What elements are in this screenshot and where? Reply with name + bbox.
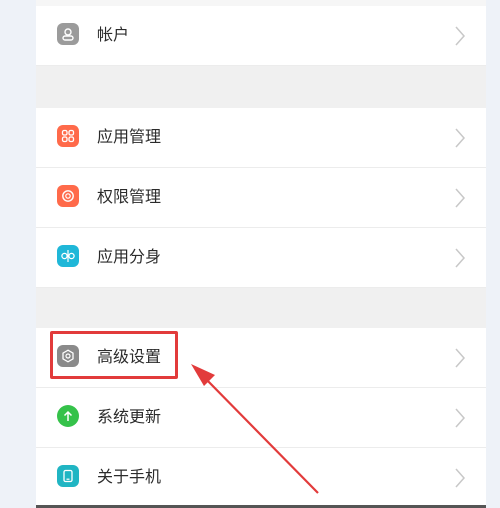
settings-item-label: 高级设置 [97,347,162,366]
chevron-right-icon [455,468,466,488]
section-divider [36,288,486,328]
settings-item-system-update[interactable]: 系统更新 [36,388,486,448]
chevron-right-icon [455,26,466,46]
apps-grid-icon [57,125,79,147]
settings-item-advanced-settings[interactable]: 高级设置 [36,328,486,388]
chevron-right-icon [455,188,466,208]
chevron-right-icon [455,408,466,428]
about-phone-icon [57,465,79,487]
settings-item-label: 应用分身 [97,247,162,266]
permission-icon [57,185,79,207]
settings-item-app-management[interactable]: 应用管理 [36,108,486,168]
advanced-settings-icon [57,345,79,367]
settings-item-label: 系统更新 [97,407,162,426]
chevron-right-icon [455,248,466,268]
settings-item-about-phone[interactable]: 关于手机 [36,448,486,508]
settings-item-app-clone[interactable]: 应用分身 [36,228,486,288]
settings-panel: 帐户 应用管理 权限管理 应用分身 高级设置 系统更新 关于手机 [36,0,486,508]
settings-item-label: 帐户 [97,25,130,44]
app-clone-icon [57,245,79,267]
chevron-right-icon [455,348,466,368]
system-update-icon [57,405,79,427]
section-divider [36,66,486,108]
settings-item-label: 应用管理 [97,127,162,146]
settings-item-account[interactable]: 帐户 [36,6,486,66]
settings-item-label: 关于手机 [97,467,162,486]
settings-item-permission-management[interactable]: 权限管理 [36,168,486,228]
account-icon [57,23,79,45]
chevron-right-icon [455,128,466,148]
settings-item-label: 权限管理 [97,187,162,206]
